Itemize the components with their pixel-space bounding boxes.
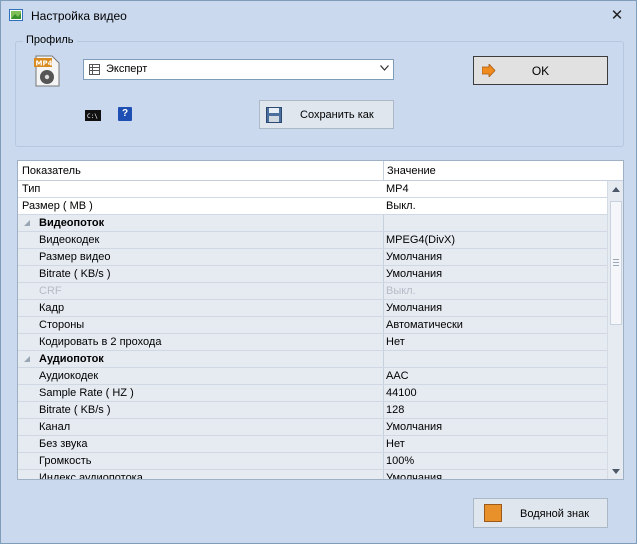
help-icon[interactable]: ? bbox=[118, 107, 132, 121]
vertical-scrollbar[interactable] bbox=[607, 181, 623, 479]
grid-property-row[interactable]: Индекс аудиопотока Умолчания bbox=[18, 470, 607, 480]
property-name: Размер ( MB ) bbox=[22, 200, 93, 212]
property-name: Кадр bbox=[39, 302, 65, 314]
property-value[interactable]: Выкл. bbox=[386, 200, 416, 212]
window-title: Настройка видео bbox=[31, 9, 127, 23]
watermark-button[interactable]: Водяной знак bbox=[473, 498, 608, 528]
scroll-down-arrow-icon[interactable] bbox=[612, 469, 620, 474]
app-image-icon bbox=[9, 9, 23, 21]
property-value[interactable]: Умолчания bbox=[386, 268, 442, 280]
property-value[interactable]: 44100 bbox=[386, 387, 417, 399]
property-name: CRF bbox=[39, 285, 62, 297]
grid-property-row[interactable]: Видеокодек MPEG4(DivX) bbox=[18, 232, 607, 249]
property-value[interactable]: 100% bbox=[386, 455, 414, 467]
property-value[interactable]: Выкл. bbox=[386, 285, 416, 297]
property-value[interactable]: Автоматически bbox=[386, 319, 463, 331]
grid-category-row[interactable]: Видеопоток bbox=[18, 215, 607, 232]
property-name: Sample Rate ( HZ ) bbox=[39, 387, 134, 399]
property-value[interactable]: Умолчания bbox=[386, 302, 442, 314]
grid-property-row[interactable]: Стороны Автоматически bbox=[18, 317, 607, 334]
save-as-label: Сохранить как bbox=[300, 109, 374, 121]
property-name: Bitrate ( KB/s ) bbox=[39, 404, 111, 416]
property-value[interactable]: Умолчания bbox=[386, 421, 442, 433]
chevron-down-icon bbox=[380, 65, 389, 71]
thumb-grip bbox=[613, 262, 619, 263]
grid-property-row[interactable]: Кодировать в 2 прохода Нет bbox=[18, 334, 607, 351]
property-value[interactable]: MPEG4(DivX) bbox=[386, 234, 455, 246]
grid-property-row[interactable]: Размер видео Умолчания bbox=[18, 249, 607, 266]
grid-header: Показатель Значение bbox=[18, 161, 623, 181]
property-value[interactable]: Умолчания bbox=[386, 472, 442, 479]
property-grid: Показатель Значение Тип MP4 Размер ( MB ) В… bbox=[17, 160, 624, 480]
property-name: Без звука bbox=[39, 438, 88, 450]
thumb-grip bbox=[613, 265, 619, 266]
profile-group-label: Профиль bbox=[23, 34, 77, 46]
property-name: Размер видео bbox=[39, 251, 111, 263]
grid-property-row[interactable]: Без звука Нет bbox=[18, 436, 607, 453]
profile-select-value: Эксперт bbox=[106, 63, 148, 75]
collapse-triangle-icon[interactable] bbox=[23, 355, 31, 363]
ok-button-label: OK bbox=[531, 64, 550, 78]
scroll-up-arrow-icon[interactable] bbox=[612, 187, 620, 192]
grid-property-row[interactable]: Sample Rate ( HZ ) 44100 bbox=[18, 385, 607, 402]
collapse-triangle-icon[interactable] bbox=[23, 219, 31, 227]
scrollbar-thumb[interactable] bbox=[610, 201, 622, 325]
property-value[interactable]: Нет bbox=[386, 336, 405, 348]
video-settings-dialog: Настройка видео ✕ Профиль MP4 Эксперт OK… bbox=[0, 0, 637, 544]
profile-select[interactable]: Эксперт bbox=[83, 59, 394, 80]
grid-property-row[interactable]: Громкость 100% bbox=[18, 453, 607, 470]
property-name: Видеопоток bbox=[39, 217, 105, 229]
grid-category-row[interactable]: Аудиопоток bbox=[18, 351, 607, 368]
command-line-icon[interactable]: C:\ bbox=[85, 110, 101, 121]
close-button[interactable]: ✕ bbox=[607, 6, 627, 26]
property-name: Громкость bbox=[39, 455, 92, 467]
grid-rows: Тип MP4 Размер ( MB ) Выкл. Видеопоток Видеок… bbox=[18, 181, 607, 480]
property-value[interactable]: MP4 bbox=[386, 183, 409, 195]
title-bar: Настройка видео ✕ bbox=[1, 1, 636, 31]
save-as-button[interactable]: Сохранить как bbox=[259, 100, 394, 129]
column-header-parameter[interactable]: Показатель bbox=[22, 165, 81, 177]
property-name: Bitrate ( KB/s ) bbox=[39, 268, 111, 280]
grid-property-row[interactable]: CRF Выкл. bbox=[18, 283, 607, 300]
property-value[interactable]: Нет bbox=[386, 438, 405, 450]
mp4-file-icon: MP4 bbox=[34, 55, 60, 87]
mp4-icon-text: MP4 bbox=[36, 60, 53, 68]
property-name: Канал bbox=[39, 421, 71, 433]
grid-property-row[interactable]: Кадр Умолчания bbox=[18, 300, 607, 317]
grid-property-row[interactable]: Канал Умолчания bbox=[18, 419, 607, 436]
grid-property-row[interactable]: Аудиокодек AAC bbox=[18, 368, 607, 385]
property-value[interactable]: AAC bbox=[386, 370, 409, 382]
save-disk-icon bbox=[266, 107, 282, 123]
property-name: Индекс аудиопотока bbox=[39, 472, 143, 480]
property-value[interactable]: 128 bbox=[386, 404, 404, 416]
property-name: Аудиокодек bbox=[39, 370, 99, 382]
grid-property-row[interactable]: Bitrate ( KB/s ) 128 bbox=[18, 402, 607, 419]
profile-grid-icon bbox=[89, 64, 100, 75]
column-header-value[interactable]: Значение bbox=[387, 165, 436, 177]
watermark-label: Водяной знак bbox=[520, 508, 590, 520]
property-name: Тип bbox=[22, 183, 41, 195]
property-name: Кодировать в 2 прохода bbox=[39, 336, 162, 348]
grid-property-row[interactable]: Bitrate ( KB/s ) Умолчания bbox=[18, 266, 607, 283]
property-value[interactable]: Умолчания bbox=[386, 251, 442, 263]
property-name: Аудиопоток bbox=[39, 353, 104, 365]
svg-text:C:\: C:\ bbox=[87, 113, 98, 120]
property-name: Стороны bbox=[39, 319, 85, 331]
watermark-image-icon bbox=[484, 504, 502, 522]
thumb-grip bbox=[613, 259, 619, 260]
property-name: Видеокодек bbox=[39, 234, 100, 246]
grid-property-row[interactable]: Тип MP4 bbox=[18, 181, 607, 198]
ok-button[interactable]: OK bbox=[473, 56, 608, 85]
grid-property-row[interactable]: Размер ( MB ) Выкл. bbox=[18, 198, 607, 215]
